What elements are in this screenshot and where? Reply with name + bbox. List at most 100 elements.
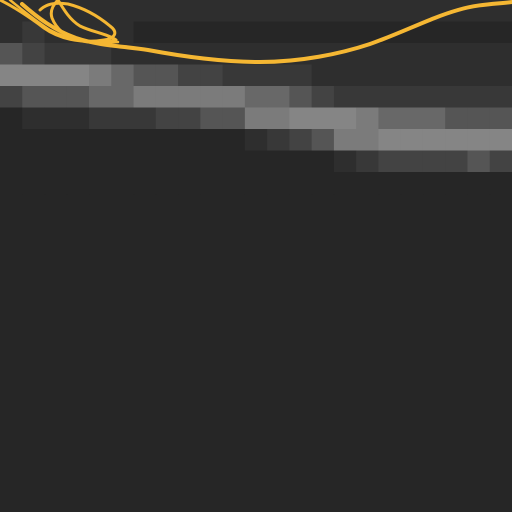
mosaic-tile bbox=[22, 86, 46, 109]
mosaic-tile bbox=[311, 150, 335, 173]
mosaic-tile bbox=[133, 172, 157, 195]
mosaic-tile bbox=[289, 107, 313, 130]
mosaic-tile bbox=[311, 129, 335, 152]
mosaic-tile bbox=[378, 64, 402, 87]
mosaic-tile bbox=[133, 150, 157, 173]
mosaic-tile bbox=[66, 172, 90, 195]
mosaic-tile bbox=[467, 21, 491, 44]
mosaic-tile bbox=[22, 107, 46, 130]
mosaic-tile bbox=[66, 0, 90, 23]
mosaic-tile bbox=[111, 172, 135, 195]
mosaic-tile bbox=[378, 0, 402, 23]
mosaic-tile bbox=[445, 21, 469, 44]
mosaic-tile bbox=[0, 150, 23, 173]
mosaic-tile bbox=[133, 43, 157, 66]
mosaic-tile bbox=[155, 107, 179, 130]
mosaic-tile bbox=[0, 0, 23, 23]
mosaic-tile bbox=[89, 107, 112, 130]
mosaic-tile bbox=[356, 150, 380, 173]
mosaic-tile bbox=[222, 172, 246, 195]
mosaic-tile bbox=[311, 0, 335, 23]
mosaic-tile bbox=[89, 21, 112, 44]
mosaic-tile bbox=[489, 150, 512, 173]
mosaic-tile bbox=[66, 86, 90, 109]
mosaic-tile bbox=[22, 129, 46, 152]
mosaic-tile bbox=[44, 150, 68, 173]
mosaic-tile bbox=[244, 21, 268, 44]
mosaic-tile bbox=[489, 107, 512, 130]
mosaic-tile bbox=[244, 86, 268, 109]
mosaic-tile bbox=[22, 64, 46, 87]
mosaic-tile bbox=[133, 86, 157, 109]
mosaic-tile bbox=[22, 21, 46, 44]
mosaic-tile bbox=[111, 107, 135, 130]
mosaic-tile bbox=[222, 0, 246, 23]
mosaic-tile bbox=[289, 150, 313, 173]
mosaic-tile bbox=[467, 86, 491, 109]
mosaic-tile bbox=[400, 150, 424, 173]
mosaic-tile bbox=[422, 43, 446, 66]
mosaic-tile bbox=[44, 43, 68, 66]
mosaic-tile bbox=[467, 43, 491, 66]
mosaic-tile bbox=[400, 21, 424, 44]
mosaic-tile bbox=[0, 129, 23, 152]
mosaic-tile bbox=[133, 0, 157, 23]
mosaic-tile bbox=[244, 0, 268, 23]
mosaic-tile bbox=[178, 64, 201, 87]
mosaic-tile bbox=[155, 64, 179, 87]
pixelated-band bbox=[0, 0, 512, 195]
mosaic-tile bbox=[333, 86, 357, 109]
mosaic-tile bbox=[445, 129, 469, 152]
mosaic-tile bbox=[89, 43, 112, 66]
mosaic-tile bbox=[400, 64, 424, 87]
mosaic-tile bbox=[333, 21, 357, 44]
drawing-canvas[interactable] bbox=[0, 0, 512, 512]
mosaic-tile bbox=[200, 86, 224, 109]
mosaic-tile bbox=[0, 21, 23, 44]
mosaic-tile bbox=[222, 43, 246, 66]
mosaic-tile bbox=[111, 129, 135, 152]
mosaic-tile bbox=[244, 107, 268, 130]
mosaic-tile bbox=[44, 0, 68, 23]
mosaic-tile bbox=[222, 86, 246, 109]
mosaic-tile bbox=[111, 43, 135, 66]
mosaic-tile bbox=[422, 129, 446, 152]
mosaic-tile bbox=[378, 21, 402, 44]
mosaic-tile bbox=[133, 21, 157, 44]
mosaic-tile bbox=[489, 64, 512, 87]
mosaic-tile bbox=[0, 43, 23, 66]
mosaic-tile bbox=[89, 129, 112, 152]
mosaic-tile bbox=[333, 150, 357, 173]
mosaic-tile bbox=[222, 21, 246, 44]
mosaic-tile bbox=[489, 86, 512, 109]
mosaic-tile bbox=[467, 64, 491, 87]
mosaic-tile bbox=[111, 21, 135, 44]
mosaic-tile bbox=[111, 86, 135, 109]
mosaic-tile bbox=[267, 150, 290, 173]
mosaic-tile bbox=[311, 86, 335, 109]
mosaic-tile bbox=[267, 0, 290, 23]
mosaic-tile bbox=[467, 150, 491, 173]
mosaic-tile bbox=[178, 43, 201, 66]
mosaic-tile bbox=[400, 107, 424, 130]
mosaic-tile bbox=[267, 21, 290, 44]
mosaic-tile bbox=[111, 64, 135, 87]
mosaic-tile bbox=[267, 172, 290, 195]
mosaic-tile bbox=[22, 0, 46, 23]
mosaic-tile bbox=[111, 0, 135, 23]
mosaic-tile bbox=[89, 64, 112, 87]
mosaic-tile bbox=[311, 64, 335, 87]
mosaic-tile bbox=[155, 0, 179, 23]
mosaic-tile bbox=[356, 64, 380, 87]
mosaic-tile bbox=[378, 172, 402, 195]
mosaic-tile bbox=[289, 0, 313, 23]
mosaic-tile bbox=[289, 21, 313, 44]
mosaic-tile bbox=[222, 129, 246, 152]
mosaic-tile bbox=[467, 172, 491, 195]
mosaic-tile bbox=[178, 86, 201, 109]
mosaic-tile bbox=[244, 150, 268, 173]
mosaic-tile bbox=[400, 0, 424, 23]
mosaic-tile bbox=[0, 86, 23, 109]
mosaic-tile bbox=[200, 64, 224, 87]
mosaic-tile bbox=[333, 172, 357, 195]
